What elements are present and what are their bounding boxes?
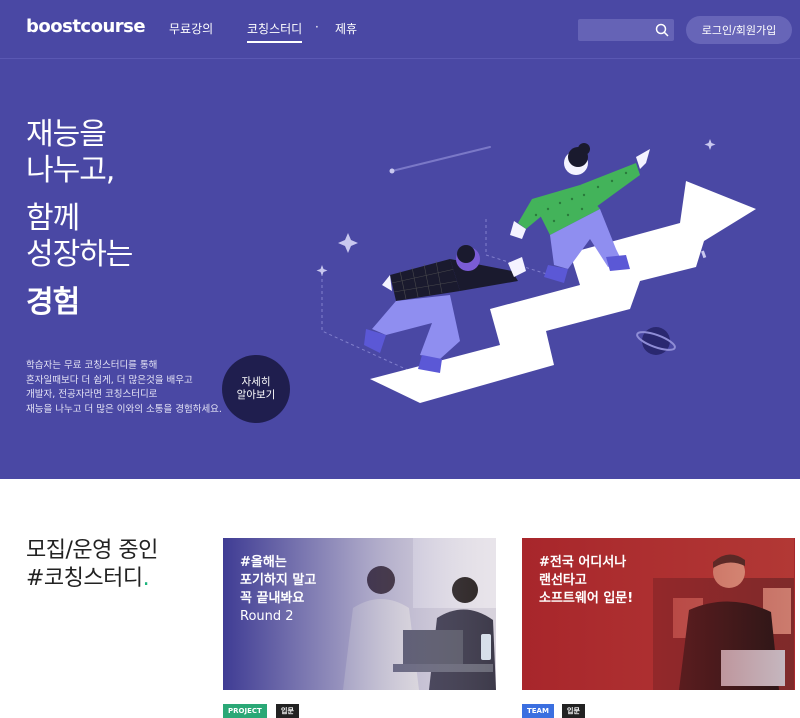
hero-headline-line: 함께 (26, 201, 80, 236)
study-card[interactable]: #전국 어디서나 랜선타고 소프트웨어 입문! (522, 538, 795, 690)
hero-headline-line: 경험 (26, 285, 80, 320)
top-navbar: boostcourse 무료강의 코칭스터디 · 제휴 로그인/회원가입 (0, 0, 800, 59)
hero-headline-line: 성장하는 (26, 237, 133, 272)
nav-coaching-study[interactable]: 코칭스터디 (247, 20, 303, 43)
card-headline: #올해는 포기하지 말고 꼭 끝내봐요 Round 2 (240, 555, 317, 624)
nav-free-courses[interactable]: 무료강의 (169, 20, 213, 37)
hero-headline-line: 나누고, (26, 153, 115, 188)
hero-headline-line: 재능을 (26, 117, 107, 152)
tag-badge: PROJECT (223, 704, 267, 718)
search-icon[interactable] (654, 22, 670, 38)
tag-badge: 입문 (562, 704, 585, 718)
logo[interactable]: boostcourse (26, 16, 146, 37)
card-headline: #전국 어디서나 랜선타고 소프트웨어 입문! (539, 555, 634, 606)
hero-banner: 재능을 나누고, 함께 성장하는 경험 학습자는 무료 코칭스터디를 통해 혼자… (0, 59, 800, 479)
learn-more-button[interactable]: 자세히 알아보기 (222, 355, 290, 423)
nav-separator: · (315, 20, 319, 34)
hero-illustration (316, 139, 756, 403)
nav-partnership[interactable]: 제휴 (335, 20, 357, 37)
study-card[interactable]: #올해는 포기하지 말고 꼭 끝내봐요 Round 2 (223, 538, 496, 690)
hero-description: 학습자는 무료 코칭스터디를 통해 혼자일때보다 더 쉽게, 더 많은것을 배우… (26, 360, 222, 415)
tag-badge: TEAM (522, 704, 554, 718)
search-box (578, 19, 674, 41)
search-input[interactable] (578, 19, 654, 41)
login-signup-button[interactable]: 로그인/회원가입 (686, 16, 792, 44)
section-title: 모집/운영 중인 #코칭스터디. (26, 538, 158, 591)
tag-badge: 입문 (276, 704, 299, 718)
